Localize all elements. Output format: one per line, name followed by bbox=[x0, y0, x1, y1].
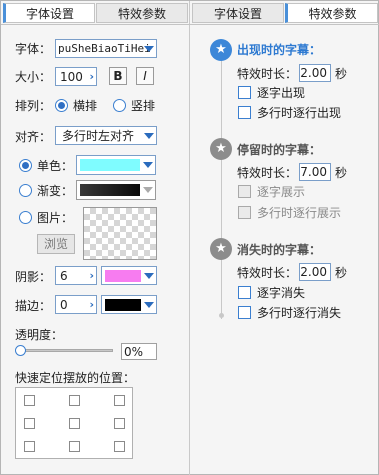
shadow-color-swatch bbox=[105, 270, 141, 282]
disappear-line-by-line-label: 多行时逐行消失 bbox=[257, 306, 342, 320]
chevron-right-icon[interactable]: › bbox=[89, 270, 94, 282]
star-out-icon: ★ bbox=[210, 238, 232, 260]
stay-duration-label: 特效时长： bbox=[237, 166, 298, 180]
appear-duration-label: 特效时长： bbox=[237, 67, 298, 81]
bold-button[interactable]: B bbox=[109, 67, 127, 85]
stay-title: 停留时的字幕： bbox=[237, 143, 322, 157]
tab-effect-params-right[interactable]: 特效参数 bbox=[285, 3, 378, 23]
appear-line-by-line-label: 多行时逐行出现 bbox=[257, 106, 342, 120]
arrange-vertical-label: 竖排 bbox=[131, 99, 156, 113]
size-value: 100 bbox=[60, 70, 83, 84]
stay-line-by-line-label: 多行时逐行展示 bbox=[257, 206, 342, 220]
position-middle-center[interactable] bbox=[69, 418, 80, 429]
arrange-label: 排列： bbox=[15, 99, 52, 113]
position-top-left[interactable] bbox=[24, 395, 35, 406]
disappear-duration-input[interactable]: 2.00 bbox=[299, 263, 331, 281]
chevron-down-icon bbox=[143, 187, 153, 193]
timeline-end-dot bbox=[219, 313, 224, 318]
image-label: 图片： bbox=[37, 211, 74, 225]
disappear-duration-label: 特效时长： bbox=[237, 266, 298, 280]
disappear-char-by-char-label: 逐字消失 bbox=[257, 286, 306, 300]
appear-char-by-char-checkbox[interactable] bbox=[238, 86, 251, 99]
tab-effect-params-left[interactable]: 特效参数 bbox=[96, 3, 188, 23]
disappear-duration-unit: 秒 bbox=[335, 266, 348, 280]
size-label: 大小： bbox=[15, 70, 52, 84]
font-label: 字体： bbox=[15, 42, 52, 56]
browse-button[interactable]: 浏览 bbox=[37, 234, 75, 254]
gradient-swatch bbox=[80, 184, 140, 196]
opacity-input[interactable]: 0% bbox=[121, 343, 157, 360]
italic-button[interactable]: I bbox=[136, 67, 154, 85]
appear-line-by-line-checkbox[interactable] bbox=[238, 106, 251, 119]
font-dropdown-value: puSheBiaoTiHei bbox=[58, 42, 151, 55]
chevron-down-icon bbox=[144, 132, 154, 139]
shadow-stepper[interactable]: 6 › bbox=[55, 266, 97, 285]
position-middle-right[interactable] bbox=[114, 418, 125, 429]
align-dropdown[interactable]: 多行时左对齐 bbox=[55, 126, 157, 145]
appear-duration-unit: 秒 bbox=[335, 67, 348, 81]
opacity-slider-track[interactable] bbox=[19, 349, 113, 352]
star-in-icon: ★ bbox=[210, 39, 232, 61]
subtitle-settings-window: 字体设置 特效参数 字体设置 特效参数 字体： puSheBiaoTiHei 大… bbox=[0, 0, 379, 475]
stroke-color-swatch bbox=[105, 299, 141, 311]
position-top-center[interactable] bbox=[69, 395, 80, 406]
stay-char-by-char-label: 逐字展示 bbox=[257, 185, 306, 199]
stroke-label: 描边： bbox=[15, 299, 52, 313]
shadow-color-picker[interactable] bbox=[101, 266, 157, 285]
stroke-stepper[interactable]: 0 › bbox=[55, 295, 97, 314]
align-label: 对齐： bbox=[15, 130, 52, 144]
chevron-right-icon[interactable]: › bbox=[89, 299, 94, 311]
appear-char-by-char-label: 逐字出现 bbox=[257, 86, 306, 100]
gradient-picker[interactable] bbox=[76, 180, 156, 200]
opacity-value: 0% bbox=[124, 345, 144, 359]
gradient-label: 渐变： bbox=[37, 184, 74, 198]
gradient-radio[interactable] bbox=[19, 184, 32, 197]
solid-color-picker[interactable] bbox=[76, 155, 156, 175]
position-middle-left[interactable] bbox=[24, 418, 35, 429]
panel-divider bbox=[189, 1, 190, 475]
stroke-value: 0 bbox=[60, 298, 68, 312]
arrange-horizontal-radio[interactable] bbox=[55, 99, 68, 112]
position-bottom-center[interactable] bbox=[69, 441, 80, 452]
position-grid bbox=[15, 387, 133, 459]
shadow-label: 阴影： bbox=[15, 270, 52, 284]
solid-color-label: 单色： bbox=[37, 159, 74, 173]
arrange-vertical-radio[interactable] bbox=[113, 99, 126, 112]
tab-font-settings-right[interactable]: 字体设置 bbox=[192, 3, 284, 23]
stay-duration-unit: 秒 bbox=[335, 166, 348, 180]
appear-title: 出现时的字幕： bbox=[237, 43, 322, 57]
stay-line-by-line-checkbox[interactable] bbox=[238, 206, 251, 219]
position-top-right[interactable] bbox=[114, 395, 125, 406]
font-dropdown[interactable]: puSheBiaoTiHei bbox=[55, 39, 157, 58]
stroke-color-picker[interactable] bbox=[101, 295, 157, 314]
opacity-slider-knob[interactable] bbox=[15, 345, 26, 356]
opacity-label: 透明度： bbox=[15, 328, 64, 342]
chevron-down-icon bbox=[143, 162, 153, 168]
tab-font-settings-left[interactable]: 字体设置 bbox=[3, 3, 95, 23]
size-stepper[interactable]: 100 › bbox=[55, 67, 97, 86]
effects-timeline bbox=[221, 53, 222, 319]
chevron-down-icon bbox=[144, 272, 154, 279]
arrange-horizontal-label: 横排 bbox=[73, 99, 98, 113]
appear-duration-input[interactable]: 2.00 bbox=[299, 64, 331, 82]
chevron-down-icon bbox=[144, 45, 154, 52]
align-dropdown-value: 多行时左对齐 bbox=[62, 129, 135, 143]
chevron-down-icon bbox=[144, 301, 154, 308]
star-icon: ★ bbox=[210, 138, 232, 160]
shadow-value: 6 bbox=[60, 269, 68, 283]
solid-color-radio[interactable] bbox=[19, 159, 32, 172]
image-radio[interactable] bbox=[19, 211, 32, 224]
disappear-char-by-char-checkbox[interactable] bbox=[238, 286, 251, 299]
position-bottom-right[interactable] bbox=[114, 441, 125, 452]
tab-strip-line bbox=[1, 24, 379, 25]
disappear-title: 消失时的字幕： bbox=[237, 243, 322, 257]
position-bottom-left[interactable] bbox=[24, 441, 35, 452]
chevron-right-icon[interactable]: › bbox=[89, 71, 94, 83]
position-label: 快速定位摆放的位置： bbox=[15, 371, 136, 385]
image-preview bbox=[83, 207, 157, 260]
stay-char-by-char-checkbox[interactable] bbox=[238, 185, 251, 198]
solid-color-swatch bbox=[80, 159, 140, 171]
disappear-line-by-line-checkbox[interactable] bbox=[238, 306, 251, 319]
stay-duration-input[interactable]: 7.00 bbox=[299, 163, 331, 181]
